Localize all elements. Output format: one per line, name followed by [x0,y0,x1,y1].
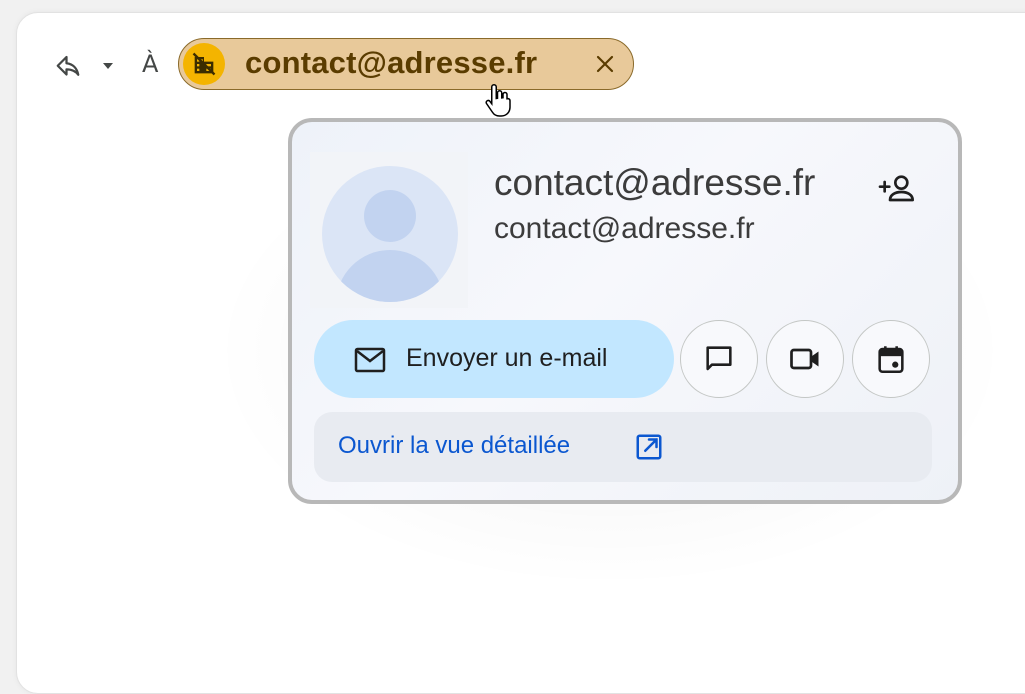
video-call-icon [790,348,819,370]
detail-view-bar[interactable]: Ouvrir la vue détaillée [314,412,932,482]
send-email-button[interactable]: Envoyer un e-mail [314,320,674,398]
chat-button[interactable] [680,320,758,398]
contact-card: contact@adresse.fr contact@adresse.fr En… [288,118,962,504]
contact-name: contact@adresse.fr [494,162,816,203]
contact-email: contact@adresse.fr [494,212,755,245]
default-avatar-icon [322,166,458,302]
mail-icon [354,347,386,373]
calendar-icon [878,346,904,374]
domain-disabled-icon [183,43,225,85]
video-call-button[interactable] [766,320,844,398]
open-in-new-icon[interactable] [634,432,664,462]
recipient-chip[interactable]: contact@adresse.fr [178,38,634,90]
send-email-label: Envoyer un e-mail [406,344,608,372]
to-label: À [142,50,159,78]
calendar-button[interactable] [852,320,930,398]
open-detail-view-link[interactable]: Ouvrir la vue détaillée [338,432,570,460]
close-icon[interactable] [593,52,617,76]
reply-icon[interactable] [54,52,84,82]
chat-icon [706,346,732,371]
avatar [310,152,468,308]
recipient-chip-text: contact@adresse.fr [245,45,538,80]
add-contact-icon[interactable] [876,172,916,204]
chevron-down-icon[interactable] [100,58,116,74]
